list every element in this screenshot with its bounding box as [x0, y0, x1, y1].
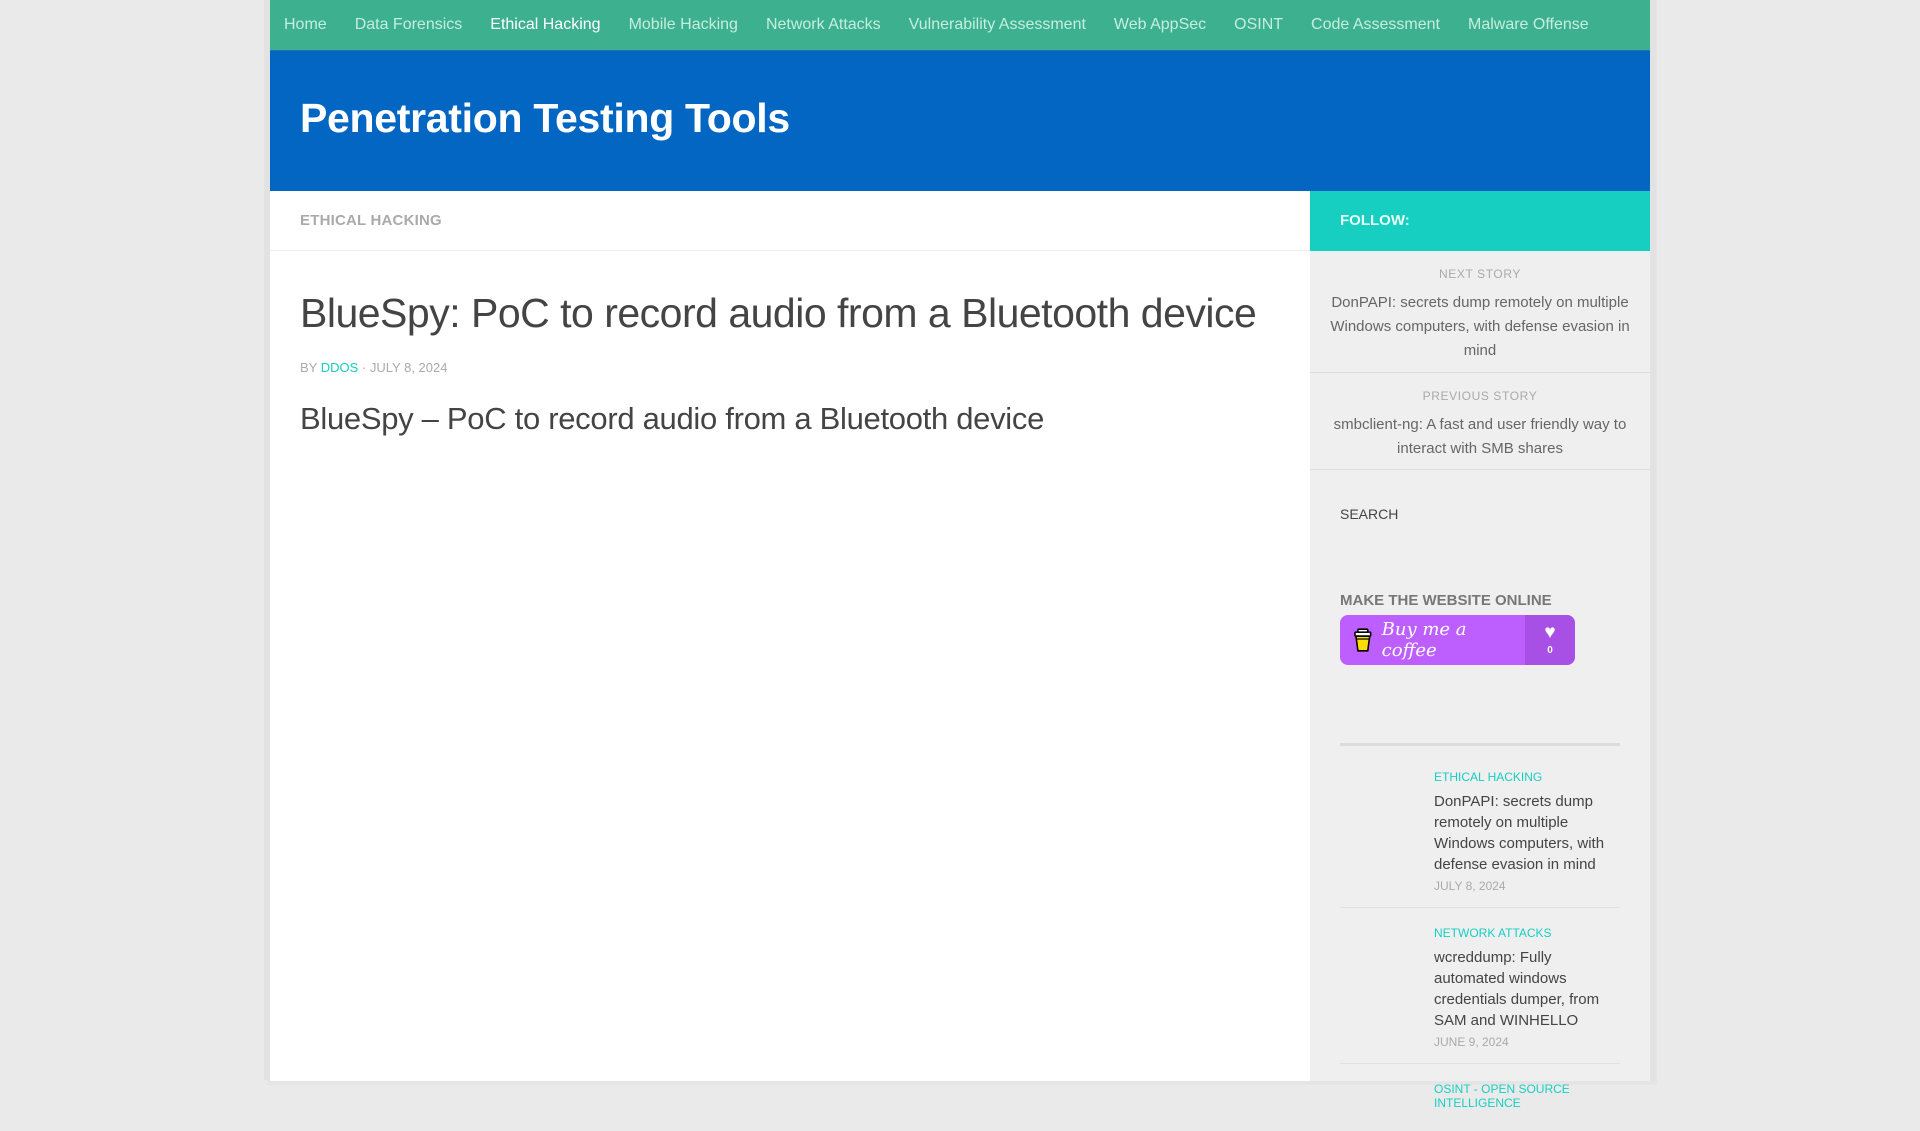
nav-item-network-attacks[interactable]: Network Attacks	[752, 0, 895, 50]
content-area: ETHICAL HACKING BlueSpy: PoC to record a…	[270, 191, 1650, 1110]
recent-post-title[interactable]: wcreddump: Fully automated windows crede…	[1434, 947, 1620, 1031]
next-story[interactable]: NEXT STORY DonPAPI: secrets dump remotel…	[1310, 251, 1650, 373]
byline-prefix: BY	[300, 360, 318, 376]
coffee-supporter-count[interactable]: ♥ 0	[1525, 615, 1575, 665]
recent-post[interactable]: ETHICAL HACKING DonPAPI: secrets dump re…	[1340, 746, 1620, 908]
post-subtitle: BlueSpy – PoC to record audio from a Blu…	[300, 401, 1045, 437]
recent-post-title[interactable]: DonPAPI: secrets dump remotely on multip…	[1434, 791, 1620, 875]
site-title[interactable]: Penetration Testing Tools	[300, 95, 790, 142]
previous-story-title[interactable]: smbclient-ng: A fast and user friendly w…	[1330, 413, 1630, 461]
nav-item-vulnerability-assessment[interactable]: Vulnerability Assessment	[895, 0, 1100, 50]
recent-post-thumbnail[interactable]	[1340, 926, 1434, 1049]
recent-post-category[interactable]: ETHICAL HACKING	[1434, 770, 1620, 784]
recent-post[interactable]: OSINT - OPEN SOURCE INTELLIGENCE	[1340, 1064, 1620, 1131]
coffee-button-label: Buy me a coffee	[1381, 619, 1467, 661]
post-title: BlueSpy: PoC to record audio from a Blue…	[300, 290, 1257, 336]
byline-separator: ·	[361, 360, 367, 376]
follow-label: FOLLOW:	[1340, 212, 1410, 229]
recent-post-category[interactable]: OSINT - OPEN SOURCE INTELLIGENCE	[1434, 1082, 1620, 1110]
supporter-count: 0	[1547, 645, 1553, 656]
recent-post-date: JUNE 9, 2024	[1434, 1035, 1509, 1049]
nav-item-code-assessment[interactable]: Code Assessment	[1297, 0, 1454, 50]
site-header: Penetration Testing Tools	[270, 50, 1650, 191]
category-heading: ETHICAL HACKING	[300, 212, 442, 229]
coffee-cup-icon	[1354, 628, 1372, 652]
heart-icon: ♥	[1544, 622, 1556, 643]
support-widget-title: MAKE THE WEBSITE ONLINE	[1340, 592, 1552, 609]
category-bar: ETHICAL HACKING	[270, 191, 1310, 251]
previous-story-label: PREVIOUS STORY	[1422, 389, 1538, 403]
nav-item-ethical-hacking[interactable]: Ethical Hacking	[476, 0, 614, 50]
post-byline: BY DDOS · JULY 8, 2024	[300, 360, 1280, 375]
recent-post-thumbnail[interactable]	[1340, 1082, 1434, 1117]
author-link[interactable]: DDOS	[321, 360, 359, 375]
follow-bar: FOLLOW:	[1310, 191, 1650, 251]
recent-post-thumbnail[interactable]	[1340, 770, 1434, 893]
nav-item-home[interactable]: Home	[270, 0, 341, 50]
nav-item-web-appsec[interactable]: Web AppSec	[1100, 0, 1220, 50]
recent-post[interactable]: NETWORK ATTACKS wcreddump: Fully automat…	[1340, 908, 1620, 1064]
next-story-label: NEXT STORY	[1438, 267, 1522, 281]
sidebar-widgets: SEARCH MAKE THE WEBSITE ONLINE Buy me a …	[1310, 506, 1650, 1131]
page-container: Home Data Forensics Ethical Hacking Mobi…	[264, 0, 1656, 1110]
recent-post-category[interactable]: NETWORK ATTACKS	[1434, 926, 1620, 940]
previous-story[interactable]: PREVIOUS STORY smbclient-ng: A fast and …	[1310, 373, 1650, 470]
main-column: ETHICAL HACKING BlueSpy: PoC to record a…	[270, 191, 1310, 1081]
recent-post-date: JULY 8, 2024	[1434, 879, 1506, 893]
search-widget-title: SEARCH	[1340, 506, 1399, 522]
nav-item-osint[interactable]: OSINT	[1220, 0, 1297, 50]
post-date: JULY 8, 2024	[369, 360, 448, 376]
nav-item-mobile-hacking[interactable]: Mobile Hacking	[615, 0, 752, 50]
post: BlueSpy: PoC to record audio from a Blue…	[270, 289, 1310, 437]
top-navigation: Home Data Forensics Ethical Hacking Mobi…	[270, 0, 1650, 50]
next-story-title[interactable]: DonPAPI: secrets dump remotely on multip…	[1330, 291, 1630, 363]
nav-item-data-forensics[interactable]: Data Forensics	[341, 0, 477, 50]
coffee-button-main[interactable]: Buy me a coffee	[1340, 615, 1525, 665]
sidebar: FOLLOW: NEXT STORY DonPAPI: secrets dump…	[1310, 191, 1650, 1110]
nav-item-malware-offense[interactable]: Malware Offense	[1454, 0, 1603, 50]
buy-me-a-coffee-button[interactable]: Buy me a coffee ♥ 0	[1340, 615, 1575, 665]
